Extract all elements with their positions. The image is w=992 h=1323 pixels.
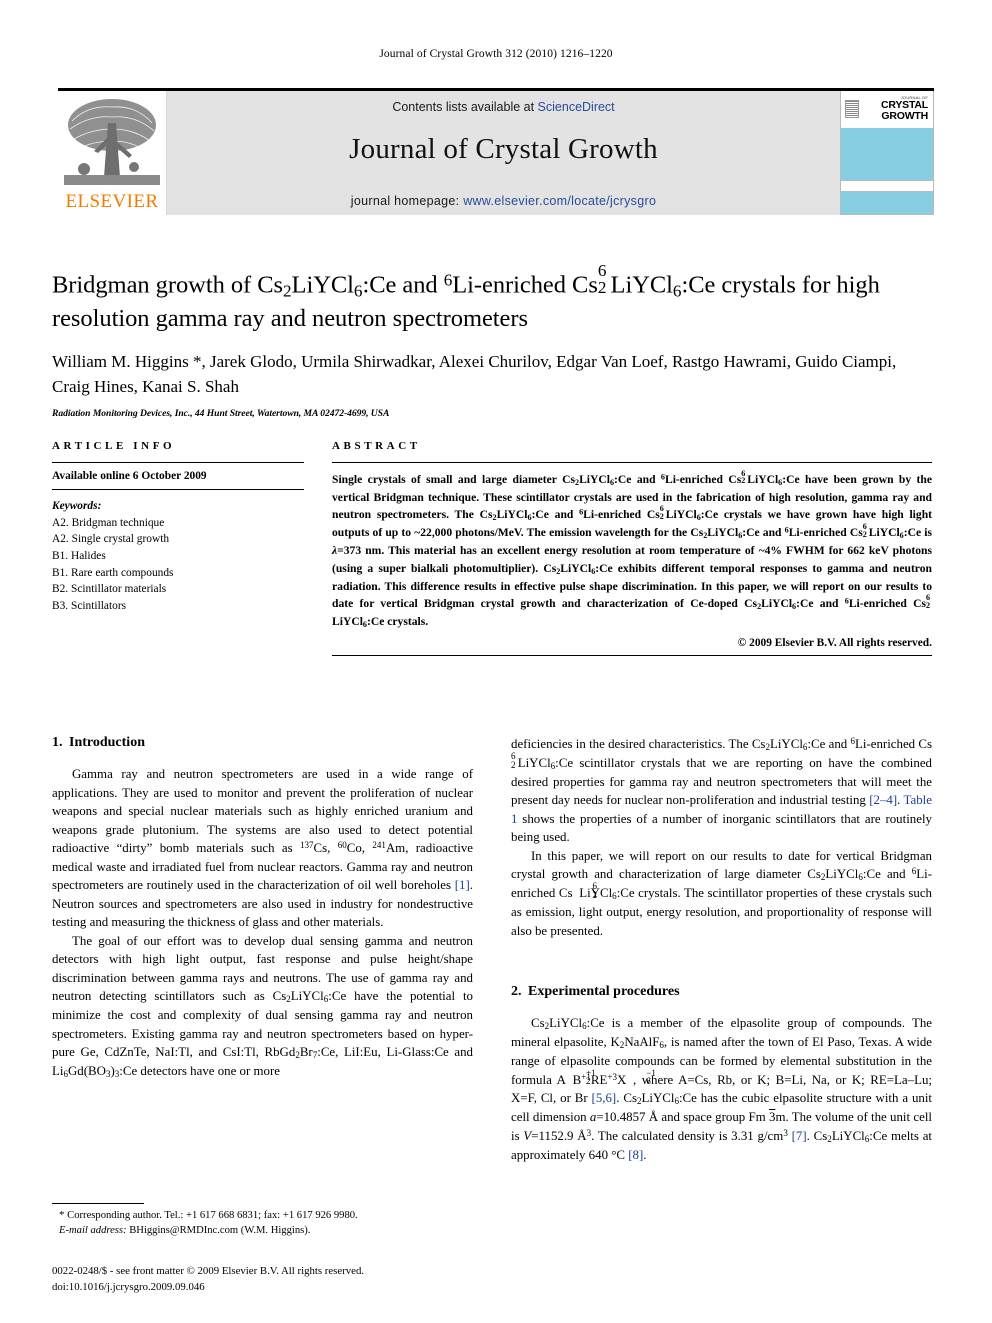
info-abstract-row: ARTICLE INFO Available online 6 October … (52, 440, 932, 656)
title-block: Bridgman growth of Cs2LiYCl6:Ce and 6Li-… (52, 260, 932, 419)
paragraph-intro-1: Gamma ray and neutron spectrometers are … (52, 767, 474, 930)
abstract-column: ABSTRACT Single crystals of small and la… (332, 440, 932, 656)
cover-mini-image-icon (845, 100, 859, 118)
body-columns: 1. Introduction Gamma ray and neutron spe… (52, 735, 932, 1164)
cover-color-band-bottom (841, 191, 933, 214)
paragraph-intro-2: The goal of our effort was to develop du… (52, 933, 473, 1080)
paragraph-experimental-1: Cs2LiYCl6:Ce is a member of the elpasoli… (511, 1016, 933, 1162)
footnote-email-label: E-mail address: (59, 1225, 127, 1237)
section-title-text: Experimental procedures (528, 984, 680, 1000)
homepage-prefix: journal homepage: (350, 194, 464, 208)
elsevier-wordmark: ELSEVIER (65, 191, 159, 212)
contents-available-line: Contents lists available at ScienceDirec… (167, 100, 840, 114)
article-info-column: ARTICLE INFO Available online 6 October … (52, 440, 304, 656)
cover-title-line2: GROWTH (881, 110, 928, 123)
journal-title: Journal of Crystal Growth (349, 133, 658, 165)
journal-homepage-link[interactable]: www.elsevier.com/locate/jcrysgro (463, 194, 656, 208)
cover-title-group: JOURNAL OF CRYSTAL GROWTH (859, 96, 933, 123)
paragraph-intro-3: In this paper, we will report on our res… (511, 848, 933, 938)
journal-cover-thumbnail[interactable]: JOURNAL OF CRYSTAL GROWTH (840, 91, 934, 215)
body-column-gutter (473, 735, 511, 1164)
running-head: Journal of Crystal Growth 312 (2010) 121… (379, 48, 613, 60)
article-info-heading: ARTICLE INFO (52, 440, 176, 452)
affiliation: Radiation Monitoring Devices, Inc., 44 H… (52, 407, 390, 419)
footnote-corresponding-text: Corresponding author. Tel.: +1 617 668 6… (64, 1210, 358, 1222)
elsevier-tree-icon (64, 99, 160, 185)
body-column-right: deficiencies in the desired characterist… (511, 735, 932, 1164)
section-heading-introduction: 1. Introduction (52, 735, 473, 751)
section-heading-experimental-procedures: 2. Experimental procedures (511, 984, 932, 1000)
body-column-left: 1. Introduction Gamma ray and neutron spe… (52, 735, 473, 1164)
sciencedirect-link[interactable]: ScienceDirect (538, 100, 615, 114)
contents-prefix: Contents lists available at (392, 100, 538, 114)
keyword-item: B3. Scintillators (52, 599, 127, 612)
footer-issn-line: 0022-0248/$ - see front matter © 2009 El… (52, 1265, 365, 1278)
cover-header: JOURNAL OF CRYSTAL GROWTH (841, 91, 933, 127)
abstract-rule-bottom (332, 654, 932, 656)
article-history: Available online 6 October 2009 (52, 470, 207, 482)
journal-masthead: ELSEVIER Contents lists available at Sci… (58, 88, 934, 215)
corresponding-author-footnote: * Corresponding author. Tel.: +1 617 668… (52, 1203, 473, 1239)
article-page: Journal of Crystal Growth 312 (2010) 121… (0, 0, 992, 1323)
cover-color-band-top (841, 128, 933, 180)
journal-homepage-line: journal homepage: www.elsevier.com/locat… (167, 194, 840, 208)
footnote-email-value[interactable]: BHiggins@RMDInc.com (W.M. Higgins). (127, 1225, 310, 1236)
keywords-label: Keywords: (52, 500, 102, 512)
journal-band: Contents lists available at ScienceDirec… (167, 91, 840, 215)
abstract-copyright: © 2009 Elsevier B.V. All rights reserved… (737, 636, 932, 649)
keywords-block: Keywords: A2. Bridgman technique A2. Sin… (52, 490, 304, 614)
footer-doi-line[interactable]: doi:10.1016/j.jcrysgro.2009.09.046 (52, 1280, 552, 1295)
abstract-text: Single crystals of small and large diame… (332, 468, 933, 629)
page-title: Bridgman growth of Cs2LiYCl6:Ce and 6Li-… (52, 260, 880, 332)
keyword-item: B1. Halides (52, 549, 106, 562)
elsevier-logo: ELSEVIER (58, 91, 167, 215)
keyword-item: B2. Scintillator materials (52, 583, 167, 596)
keyword-item: A2. Bridgman technique (52, 516, 165, 529)
author-line-1: William M. Higgins *, Jarek Glodo, Urmil… (52, 352, 791, 372)
paragraph-intro-2-continued: deficiencies in the desired characterist… (511, 736, 932, 845)
footnote-corresponding-line: * Corresponding author. Tel.: +1 617 668… (52, 1208, 473, 1224)
section-number: 2. (511, 984, 522, 1000)
author-list: William M. Higgins *, Jarek Glodo, Urmil… (52, 350, 932, 398)
column-gutter (304, 440, 332, 656)
keyword-item: A2. Single crystal growth (52, 533, 170, 546)
abstract-heading: ABSTRACT (332, 440, 421, 452)
page-footer: 0022-0248/$ - see front matter © 2009 El… (52, 1264, 552, 1295)
section-title-text: Introduction (69, 735, 145, 750)
section-number: 1. (52, 735, 63, 750)
keyword-item: B1. Rare earth compounds (52, 566, 174, 579)
footnote-email-line: E-mail address: BHiggins@RMDInc.com (W.M… (52, 1224, 473, 1239)
